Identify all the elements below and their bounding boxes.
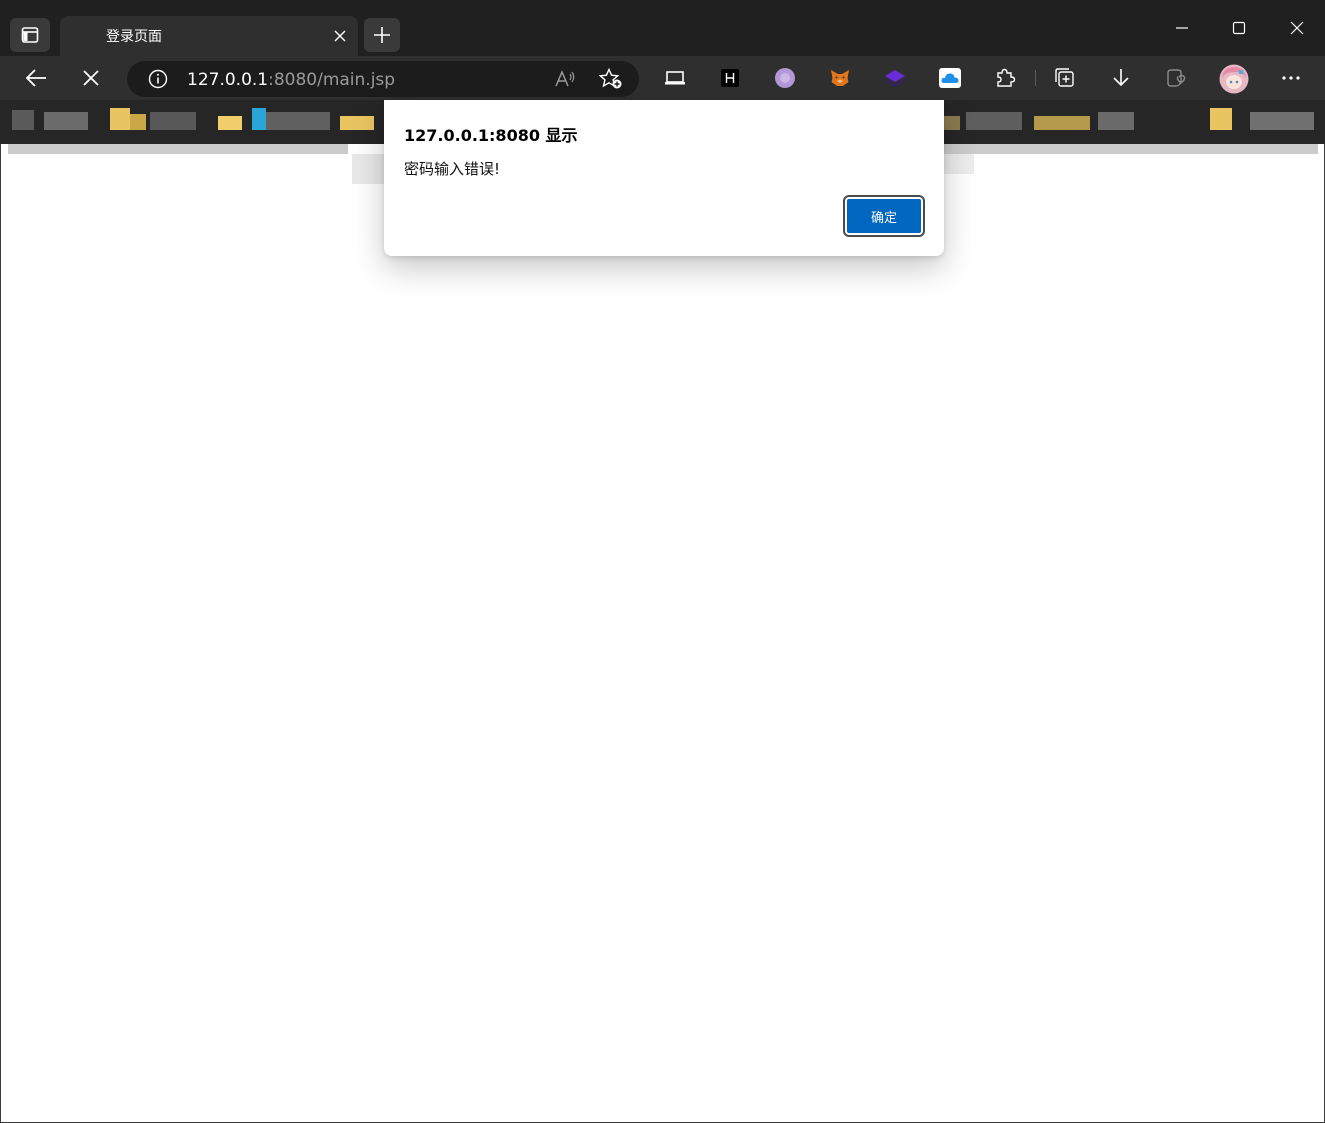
tab-strip: 登录页面 <box>0 0 1325 56</box>
collections-icon <box>1055 68 1074 87</box>
extension-metamask[interactable] <box>827 65 853 91</box>
minimize-icon <box>1176 27 1188 29</box>
downloads-button[interactable] <box>1108 65 1134 91</box>
alert-dialog: 127.0.0.1:8080 显示 密码输入错误! 确定 <box>384 100 944 256</box>
avatar <box>1219 64 1249 94</box>
extension-circle[interactable] <box>772 65 798 91</box>
read-aloud-icon <box>555 70 575 87</box>
tab-actions-icon <box>21 27 39 43</box>
maximize-icon <box>1232 21 1246 35</box>
minimize-button[interactable] <box>1162 10 1202 46</box>
close-window-button[interactable] <box>1277 10 1317 46</box>
more-icon <box>1282 76 1300 80</box>
h-badge-icon <box>721 69 739 87</box>
arrow-left-icon <box>25 69 46 87</box>
heart-shield-icon <box>1167 69 1186 87</box>
favorite-button[interactable] <box>597 66 625 92</box>
tab-close-button[interactable] <box>330 26 350 46</box>
laptop-icon <box>665 71 685 85</box>
close-icon <box>1290 21 1304 35</box>
browser-essentials-button[interactable] <box>1163 65 1189 91</box>
address-bar[interactable]: 127.0.0.1:8080/main.jsp <box>127 61 639 97</box>
dialog-title: 127.0.0.1:8080 显示 <box>404 126 578 145</box>
maximize-button[interactable] <box>1219 10 1259 46</box>
toolbar: 127.0.0.1:8080/main.jsp <box>0 56 1325 100</box>
dialog-message: 密码输入错误! <box>404 160 501 178</box>
tab-actions-button[interactable] <box>10 18 50 52</box>
cloud-icon <box>939 68 961 88</box>
collections-button[interactable] <box>1053 65 1079 91</box>
toolbar-separator <box>1035 70 1036 86</box>
more-button[interactable] <box>1278 65 1304 91</box>
download-icon <box>1113 69 1129 87</box>
star-add-icon <box>599 68 622 89</box>
back-button[interactable] <box>18 62 54 94</box>
ok-button[interactable]: 确定 <box>843 195 925 237</box>
new-tab-button[interactable] <box>364 18 400 52</box>
plus-icon <box>374 27 390 43</box>
extensions-button[interactable] <box>992 65 1018 91</box>
extension-laptop[interactable] <box>662 65 688 91</box>
close-icon <box>334 30 346 42</box>
fox-icon <box>831 70 849 86</box>
profile-button[interactable] <box>1218 63 1250 95</box>
extension-h[interactable] <box>717 65 743 91</box>
circle-icon <box>775 68 795 88</box>
layers-icon <box>885 70 905 87</box>
address-host: 127.0.0.1 <box>187 70 269 90</box>
read-aloud-button[interactable] <box>551 66 579 92</box>
puzzle-icon <box>997 68 1016 87</box>
extension-onedrive[interactable] <box>937 65 963 91</box>
address-url: 127.0.0.1:8080/main.jsp <box>187 70 395 90</box>
extension-layers[interactable] <box>882 65 908 91</box>
info-icon <box>148 69 168 89</box>
stop-icon <box>83 70 99 86</box>
stop-button[interactable] <box>73 62 109 94</box>
site-info-button[interactable] <box>144 66 172 92</box>
address-path: :8080/main.jsp <box>268 70 396 90</box>
tab-active[interactable]: 登录页面 <box>60 16 358 56</box>
tab-title: 登录页面 <box>106 29 162 45</box>
